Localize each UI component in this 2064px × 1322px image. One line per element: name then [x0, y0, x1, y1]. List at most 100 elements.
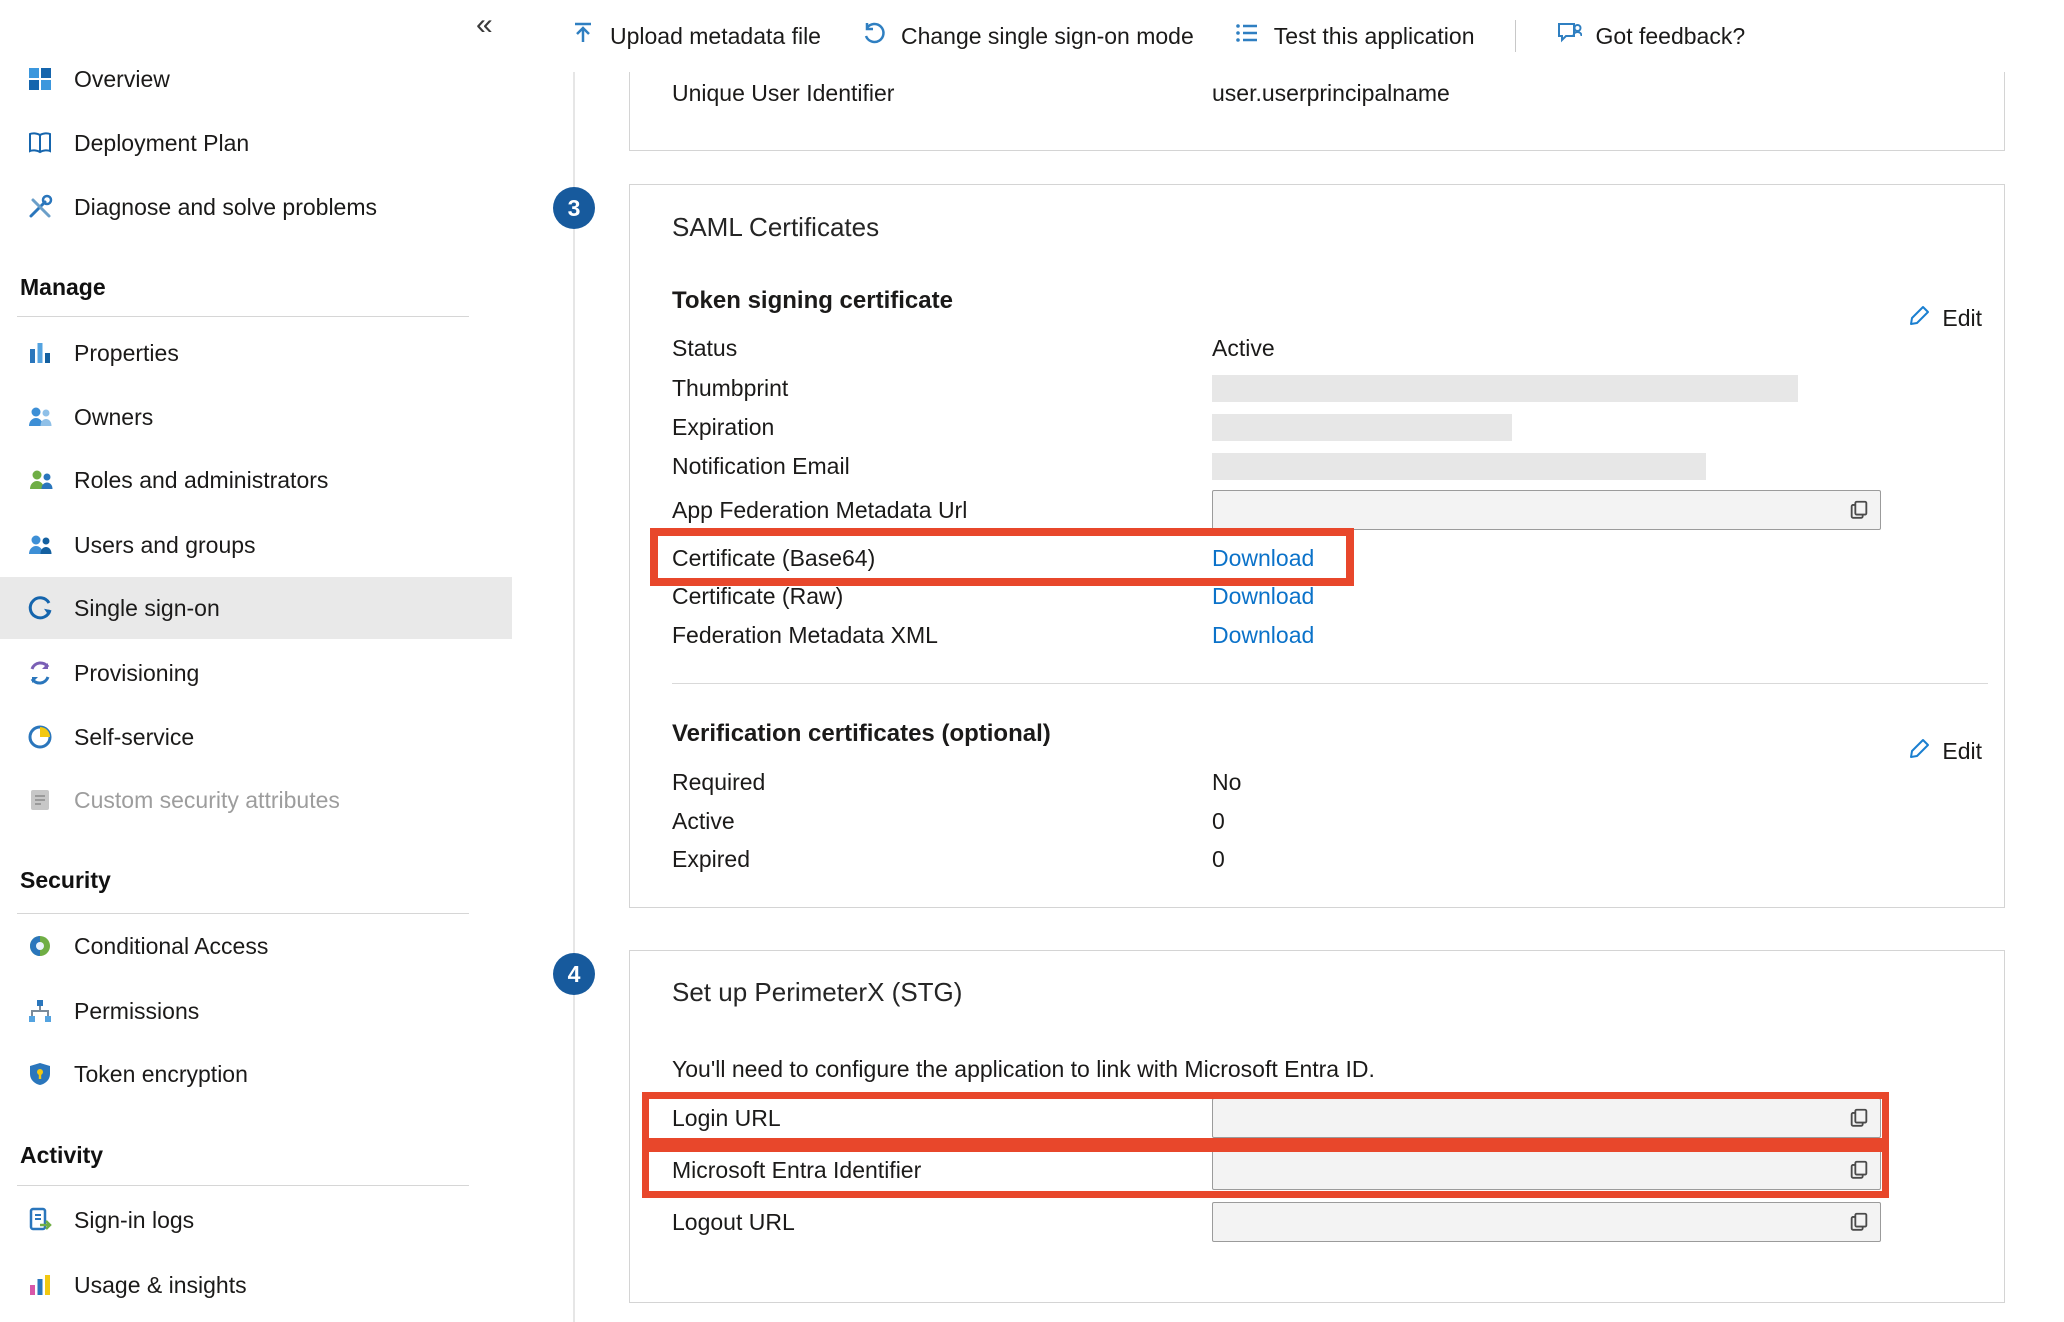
copy-icon[interactable]	[1846, 1157, 1872, 1183]
diagnose-tools-icon	[26, 193, 54, 221]
sidebar: « Overview Deployment Plan Diagnose and …	[0, 0, 512, 1322]
federation-metadata-xml-label: Federation Metadata XML	[672, 618, 938, 652]
required-label: Required	[672, 765, 765, 799]
step-4-badge: 4	[553, 953, 595, 995]
sidebar-item-overview[interactable]: Overview	[0, 48, 512, 110]
upload-icon	[570, 20, 596, 52]
sidebar-item-provisioning[interactable]: Provisioning	[0, 642, 512, 704]
step-connector-line	[573, 72, 575, 1322]
section-divider	[672, 683, 1988, 684]
expired-value: 0	[1212, 842, 1225, 876]
users-groups-icon	[26, 531, 54, 559]
unique-user-identifier-value: user.userprincipalname	[1212, 76, 1450, 110]
copy-icon[interactable]	[1846, 1105, 1872, 1131]
sidebar-item-owners[interactable]: Owners	[0, 386, 512, 448]
sidebar-item-label: Properties	[74, 340, 179, 367]
edit-verification-certificates-button[interactable]: Edit	[1908, 736, 1982, 766]
sidebar-item-label: Conditional Access	[74, 933, 268, 960]
federation-metadata-xml-download-link[interactable]: Download	[1212, 618, 1314, 652]
roles-administrators-icon	[26, 466, 54, 494]
active-label: Active	[672, 804, 735, 838]
usage-insights-icon	[26, 1271, 54, 1299]
permissions-icon	[26, 997, 54, 1025]
sign-in-logs-icon	[26, 1206, 54, 1234]
toolbar-button-label: Change single sign-on mode	[901, 23, 1194, 50]
sidebar-item-roles-administrators[interactable]: Roles and administrators	[0, 449, 512, 511]
sidebar-item-custom-security-attributes[interactable]: Custom security attributes	[0, 769, 512, 831]
app-federation-metadata-url-field[interactable]	[1212, 490, 1881, 530]
sidebar-item-conditional-access[interactable]: Conditional Access	[0, 915, 512, 977]
sidebar-item-label: Provisioning	[74, 660, 199, 687]
sidebar-section-activity: Activity	[20, 1140, 103, 1170]
expiration-redacted-value	[1212, 414, 1512, 441]
saml-certificates-title: SAML Certificates	[672, 209, 879, 245]
feedback-icon	[1556, 20, 1582, 52]
sidebar-item-diagnose[interactable]: Diagnose and solve problems	[0, 176, 512, 238]
logout-url-field[interactable]	[1212, 1202, 1881, 1242]
got-feedback-button[interactable]: Got feedback?	[1556, 20, 1746, 52]
deployment-plan-icon	[26, 129, 54, 157]
edit-token-certificate-button[interactable]: Edit	[1908, 303, 1982, 333]
owners-icon	[26, 403, 54, 431]
thumbprint-label: Thumbprint	[672, 371, 788, 405]
sidebar-item-label: Owners	[74, 404, 153, 431]
expired-label: Expired	[672, 842, 750, 876]
upload-metadata-file-button[interactable]: Upload metadata file	[570, 20, 821, 52]
sidebar-item-label: Sign-in logs	[74, 1207, 194, 1234]
overview-icon	[26, 65, 54, 93]
sidebar-item-sign-in-logs[interactable]: Sign-in logs	[0, 1189, 512, 1251]
sidebar-item-users-groups[interactable]: Users and groups	[0, 514, 512, 576]
sidebar-item-label: Users and groups	[74, 532, 256, 559]
sidebar-section-manage: Manage	[20, 272, 106, 302]
setup-application-card: Set up PerimeterX (STG) You'll need to c…	[629, 950, 2005, 1303]
self-service-icon	[26, 723, 54, 751]
toolbar-button-label: Upload metadata file	[610, 23, 821, 50]
custom-security-attributes-icon	[26, 786, 54, 814]
sidebar-item-label: Diagnose and solve problems	[74, 194, 377, 221]
copy-icon[interactable]	[1846, 497, 1872, 523]
saml-certificates-card: SAML Certificates Token signing certific…	[629, 184, 2005, 908]
sidebar-item-usage-insights[interactable]: Usage & insights	[0, 1254, 512, 1316]
copy-icon[interactable]	[1846, 1209, 1872, 1235]
sidebar-item-label: Token encryption	[74, 1061, 248, 1088]
sidebar-item-deployment-plan[interactable]: Deployment Plan	[0, 112, 512, 174]
change-sso-mode-button[interactable]: Change single sign-on mode	[861, 20, 1194, 52]
undo-icon	[861, 20, 887, 52]
conditional-access-icon	[26, 932, 54, 960]
login-url-label: Login URL	[672, 1101, 781, 1135]
microsoft-entra-identifier-field[interactable]	[1212, 1150, 1881, 1190]
sidebar-divider	[17, 913, 469, 914]
token-encryption-icon	[26, 1060, 54, 1088]
test-application-button[interactable]: Test this application	[1234, 20, 1475, 52]
attributes-claims-card-partial: Unique User Identifier user.userprincipa…	[629, 72, 2005, 151]
login-url-field[interactable]	[1212, 1098, 1881, 1138]
sidebar-item-label: Deployment Plan	[74, 130, 249, 157]
sidebar-item-label: Custom security attributes	[74, 787, 340, 814]
certificate-raw-download-link[interactable]: Download	[1212, 579, 1314, 613]
pencil-icon	[1908, 736, 1932, 766]
properties-icon	[26, 339, 54, 367]
sidebar-divider	[17, 316, 469, 317]
sidebar-item-single-sign-on[interactable]: Single sign-on	[0, 577, 512, 639]
toolbar-divider	[1515, 20, 1516, 52]
active-value: 0	[1212, 804, 1225, 838]
setup-card-description: You'll need to configure the application…	[672, 1052, 1375, 1086]
verification-certificates-heading: Verification certificates (optional)	[672, 718, 1051, 750]
certificate-base64-download-link[interactable]: Download	[1212, 541, 1314, 575]
sidebar-item-label: Single sign-on	[74, 595, 220, 622]
sidebar-item-properties[interactable]: Properties	[0, 322, 512, 384]
logout-url-label: Logout URL	[672, 1205, 795, 1239]
sidebar-divider	[17, 1185, 469, 1186]
pencil-icon	[1908, 303, 1932, 333]
sidebar-item-self-service[interactable]: Self-service	[0, 706, 512, 768]
toolbar-button-label: Test this application	[1274, 23, 1475, 50]
edit-label: Edit	[1942, 305, 1982, 332]
sidebar-item-label: Usage & insights	[74, 1272, 247, 1299]
certificate-base64-label: Certificate (Base64)	[672, 541, 875, 575]
certificate-raw-label: Certificate (Raw)	[672, 579, 843, 613]
microsoft-entra-identifier-label: Microsoft Entra Identifier	[672, 1153, 921, 1187]
required-value: No	[1212, 765, 1241, 799]
collapse-sidebar-button[interactable]: «	[470, 2, 499, 48]
sidebar-item-token-encryption[interactable]: Token encryption	[0, 1043, 512, 1105]
sidebar-item-permissions[interactable]: Permissions	[0, 980, 512, 1042]
